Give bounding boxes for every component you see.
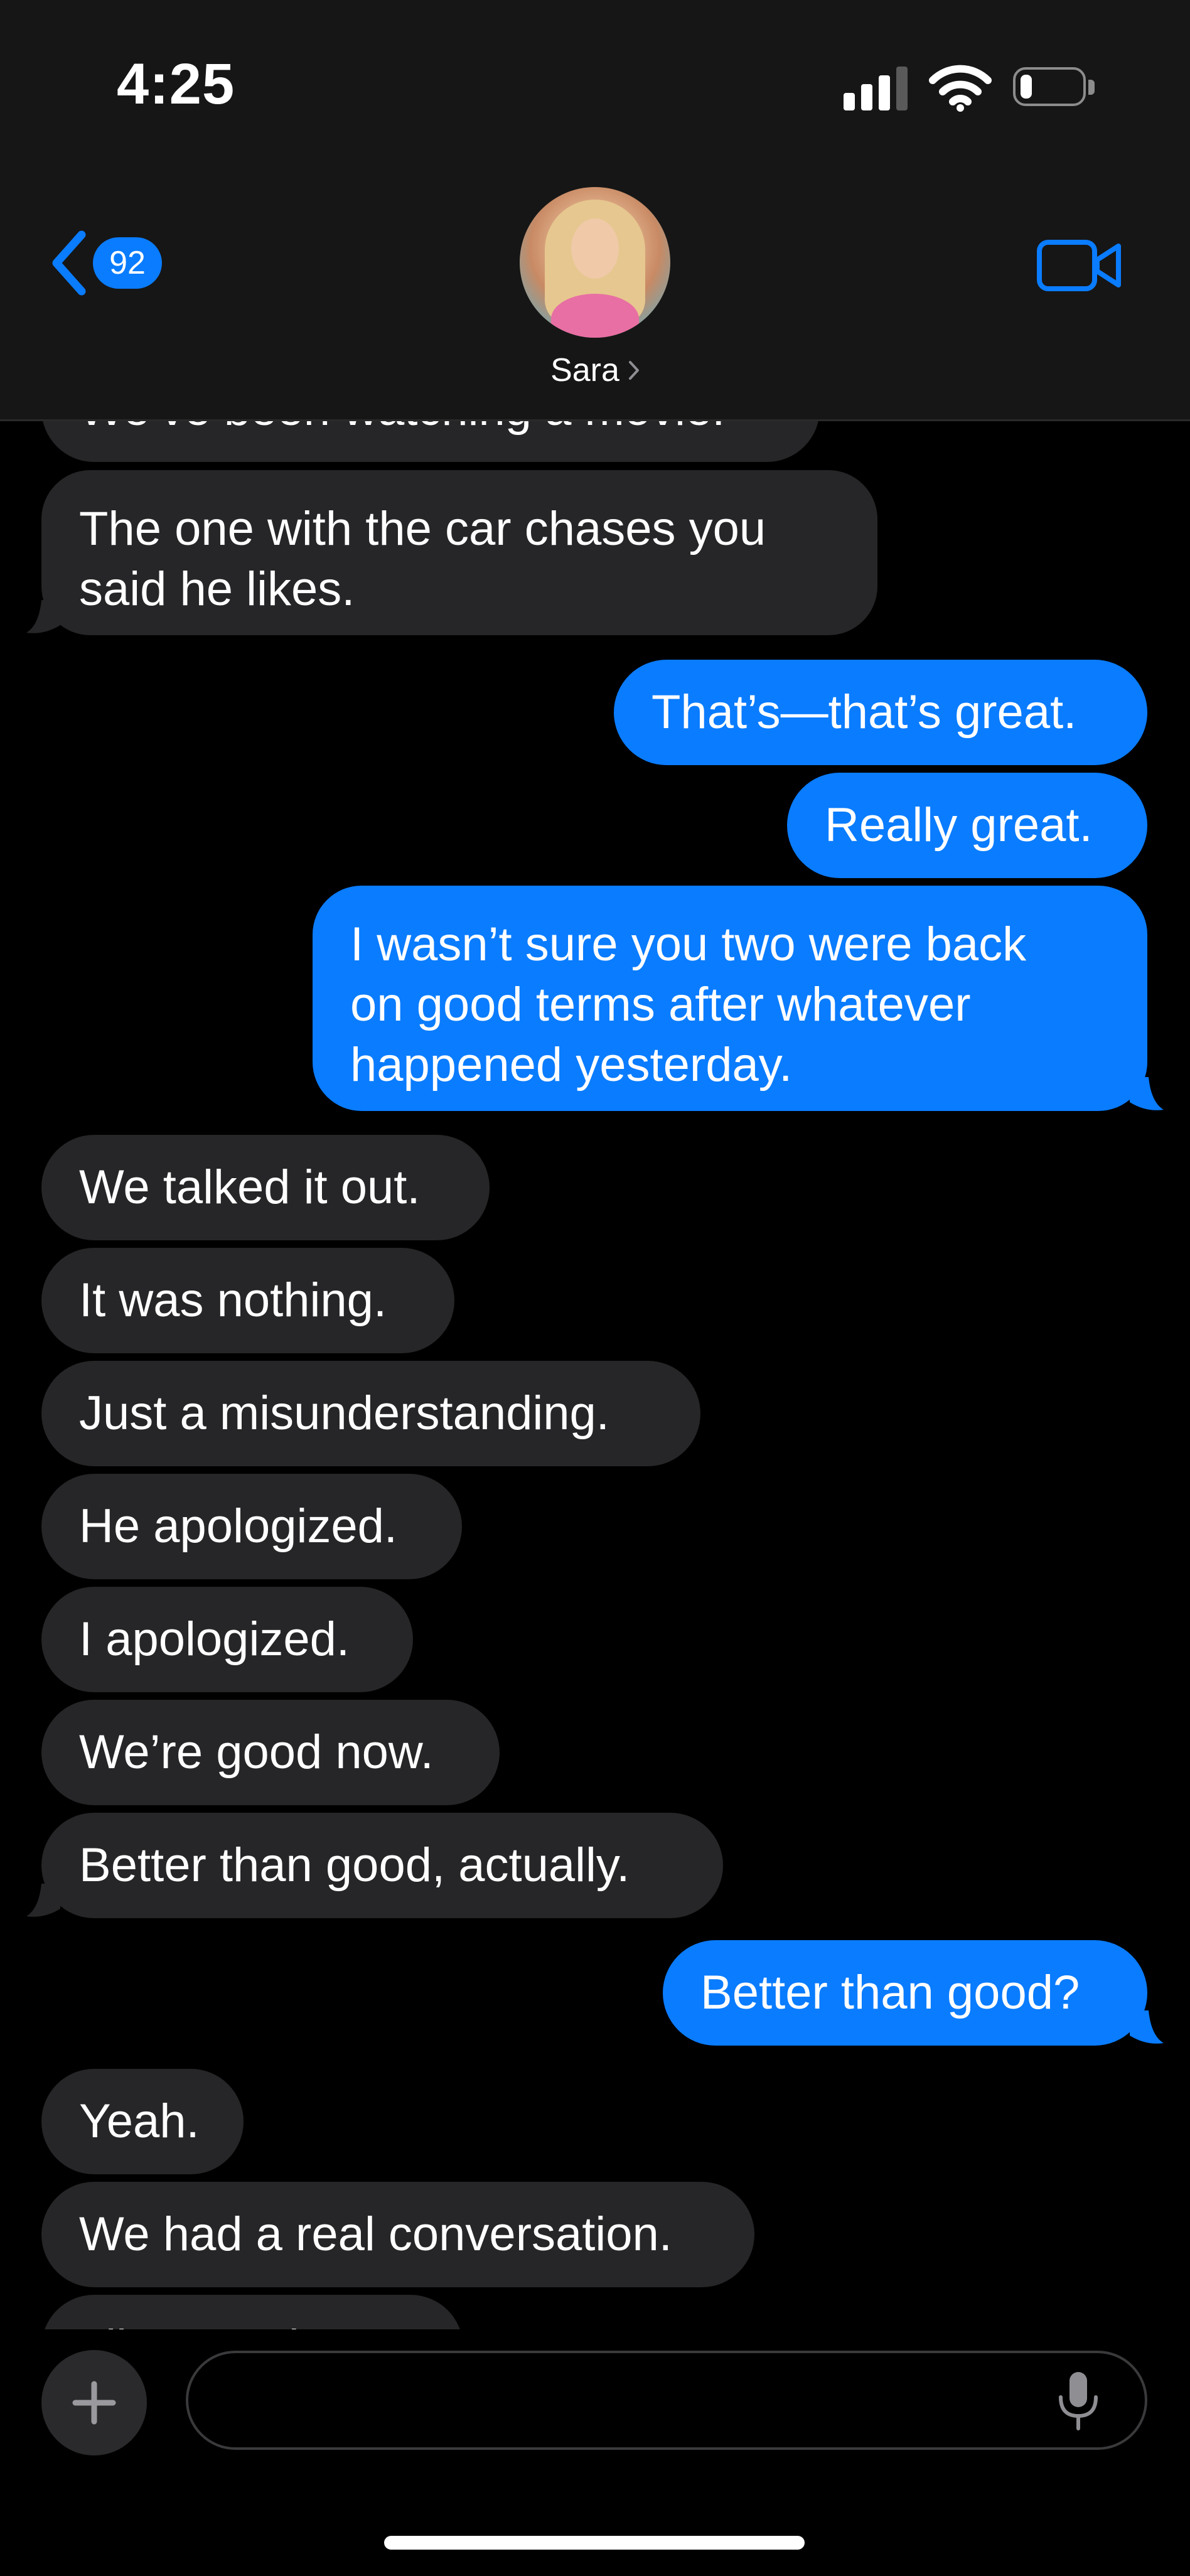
- status-time: 4:25: [117, 52, 235, 116]
- message-bubble: We’re good now.: [41, 1700, 500, 1805]
- message-text: He apologized.: [79, 1500, 398, 1553]
- message-text-line: The one with the car chases you: [79, 502, 766, 555]
- message-bubble: We’ve been watching a movie.: [41, 421, 820, 462]
- add-attachment-button[interactable]: [41, 2350, 147, 2455]
- plus-icon: [72, 2381, 116, 2425]
- chevron-right-icon: [628, 361, 639, 380]
- message-bubble: Just a misunderstanding.: [41, 1361, 700, 1466]
- message-bubble: He apologized.: [41, 1474, 462, 1579]
- message-text-line: on good terms after whatever: [350, 978, 971, 1031]
- status-icons: [844, 63, 1096, 113]
- message-text: Better than good, actually.: [79, 1838, 630, 1892]
- message-input[interactable]: [186, 2351, 1147, 2450]
- message-bubble: We had a real conversation.: [41, 2182, 754, 2287]
- message-text: We’re good now.: [79, 1725, 434, 1779]
- message-bubble: I wasn’t sure you two were back on good …: [313, 886, 1147, 1111]
- message-text: Yeah.: [79, 2095, 200, 2148]
- message-bubble: That’s—that’s great.: [614, 660, 1147, 765]
- message-text: We’ve been watching a movie.: [79, 421, 725, 436]
- message-text: We talked it out.: [79, 1161, 421, 1214]
- bubble-tail: [1130, 1077, 1164, 1110]
- message-bubble: Better than good?: [663, 1940, 1147, 2046]
- wifi-icon: [929, 65, 992, 112]
- message-text: Really great.: [825, 798, 1093, 852]
- signal-icon: [844, 65, 908, 110]
- message-text: Better than good?: [700, 1966, 1080, 2019]
- unread-count-badge: 92: [93, 237, 162, 289]
- contact-info-button[interactable]: Sara: [469, 187, 721, 389]
- battery-icon: [1013, 67, 1096, 109]
- conversation-header: 4:25 92 Sara: [0, 0, 1190, 421]
- message-bubble: It was nothing.: [41, 1248, 454, 1353]
- message-text: I apologized.: [79, 1613, 350, 1666]
- message-text: That’s—that’s great.: [651, 685, 1077, 739]
- bubble-tail: [1130, 2010, 1164, 2044]
- message-bubble: Yeah.: [41, 2069, 244, 2174]
- back-button[interactable]: 92: [46, 228, 162, 298]
- message-bubble: I apologized.: [41, 1587, 413, 1692]
- back-chevron-icon: [52, 230, 86, 296]
- message-text: It was nothing.: [79, 1274, 387, 1327]
- message-bubble: Like an adu: [41, 2295, 463, 2329]
- message-text-line: I wasn’t sure you two were back: [350, 918, 1027, 971]
- message-text-line: happened yesterday.: [350, 1038, 793, 1092]
- message-text: Just a misunderstanding.: [79, 1387, 609, 1440]
- bubble-tail: [26, 1884, 60, 1917]
- message-bubble: Really great.: [787, 773, 1147, 878]
- bubble-tail: [26, 600, 60, 633]
- contact-name: Sara: [550, 352, 619, 389]
- message-text: Like an adu: [79, 2321, 326, 2329]
- contact-name-row: Sara: [469, 352, 721, 389]
- message-bubble: We talked it out.: [41, 1135, 490, 1240]
- video-camera-icon[interactable]: [1037, 239, 1122, 292]
- message-bubble: The one with the car chases you said he …: [41, 470, 877, 635]
- home-indicator[interactable]: [384, 2536, 805, 2550]
- message-list[interactable]: We’ve been watching a movie. The one wit…: [0, 421, 1190, 2329]
- microphone-icon[interactable]: [1054, 2369, 1102, 2432]
- avatar: [520, 187, 670, 338]
- message-bubble: Better than good, actually.: [41, 1813, 723, 1918]
- message-text-line: said he likes.: [79, 562, 355, 616]
- message-text: We had a real conversation.: [79, 2208, 672, 2261]
